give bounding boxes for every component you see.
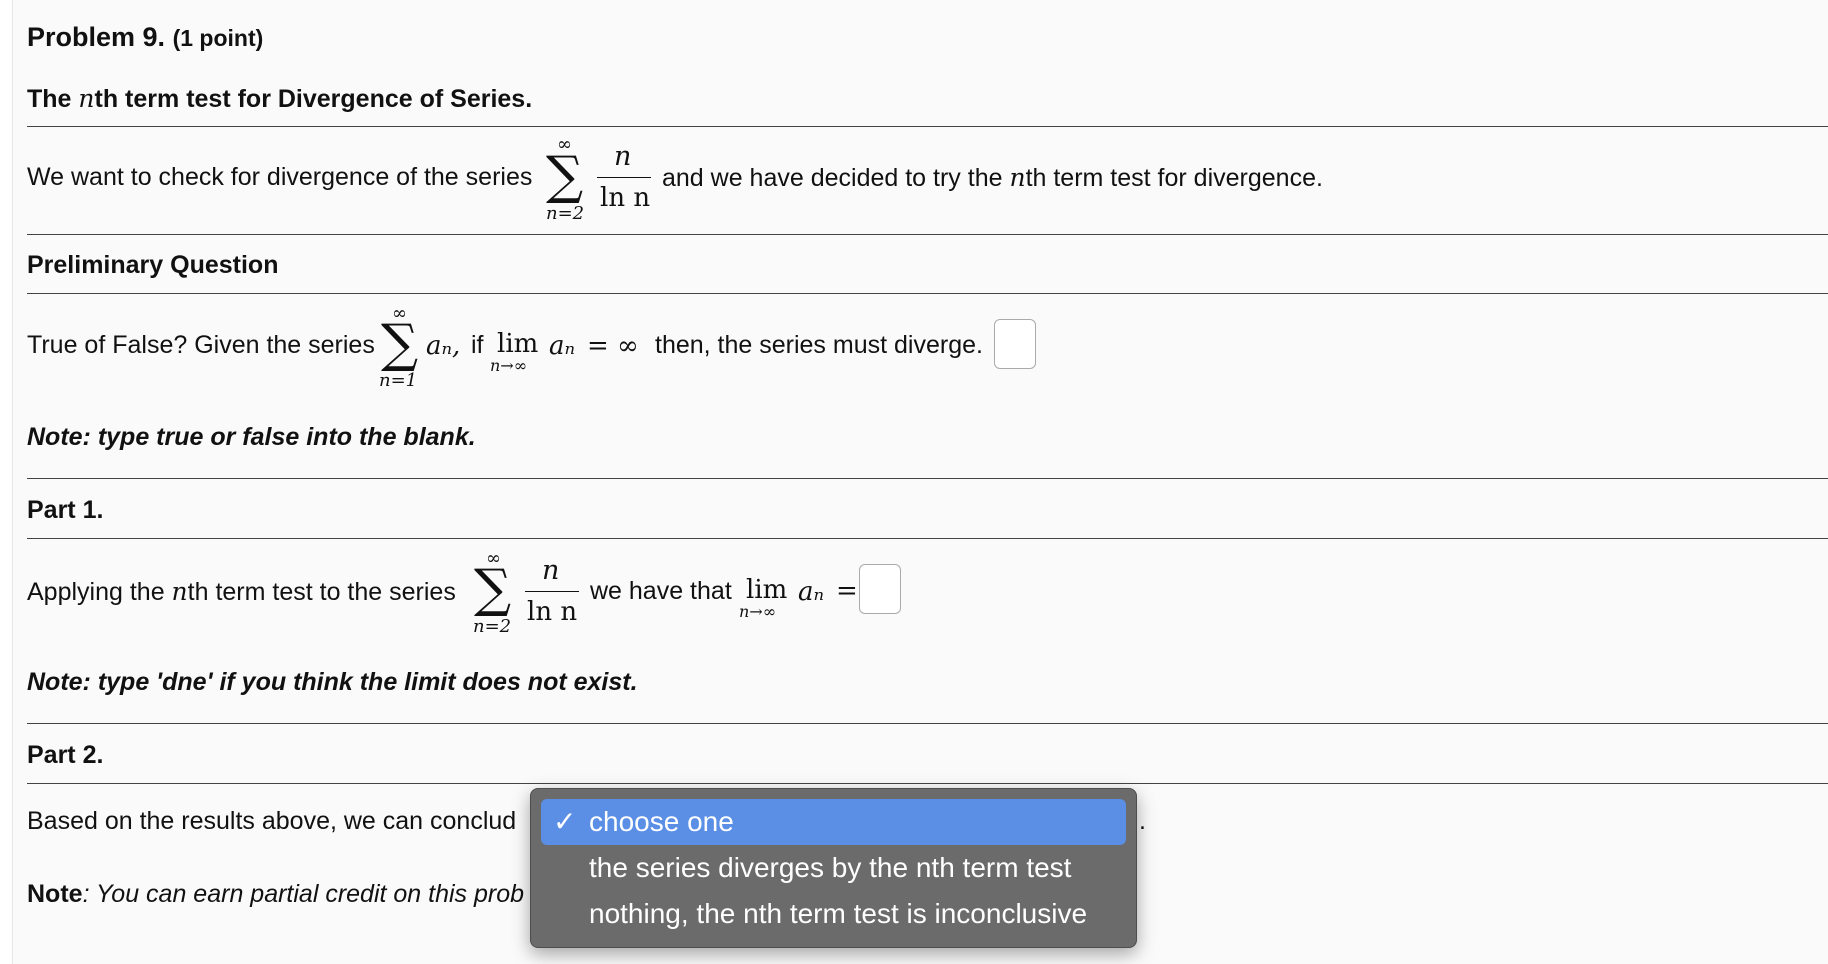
preliminary-note: Note: type true or false into the blank. — [27, 423, 476, 451]
divider — [27, 293, 1828, 294]
intro-statement-pre: We want to check for divergence of the s… — [27, 163, 533, 191]
fraction-bar — [525, 591, 579, 592]
part1-text-pre: Applying the nth term test to the series — [27, 577, 456, 606]
equals-infinity: = ∞ — [587, 331, 639, 361]
problem-points: (1 point) — [172, 25, 264, 51]
series-lower-limit: n=2 — [546, 203, 585, 224]
series-lower-limit: n=2 — [473, 616, 512, 637]
lim-operator: lim — [497, 329, 539, 359]
part1-heading: Part 1. — [27, 496, 104, 524]
divider — [27, 723, 1828, 724]
conclusion-dropdown-menu[interactable]: ✓ choose one the series diverges by the n… — [530, 788, 1137, 948]
preliminary-heading: Preliminary Question — [27, 251, 279, 279]
part2-heading: Part 2. — [27, 741, 104, 769]
equals-sign: = — [836, 576, 858, 606]
divider — [27, 126, 1828, 127]
part2-text: Based on the results above, we can concl… — [27, 807, 517, 835]
divider — [27, 478, 1828, 479]
divider — [27, 538, 1828, 539]
fraction-denominator: ln n — [527, 597, 578, 627]
part1-text-mid: we have that — [590, 577, 732, 605]
lim-subscript: n→∞ — [490, 356, 528, 375]
fraction-numerator: n — [542, 555, 560, 586]
lim-subscript: n→∞ — [739, 602, 777, 621]
intro-statement-post: and we have decided to try the nth term … — [662, 163, 1323, 192]
sigma-symbol: ∑ — [474, 559, 512, 619]
problem-number: Problem 9. — [27, 22, 166, 52]
sigma-symbol: ∑ — [381, 314, 419, 374]
part2-period: . — [1139, 807, 1146, 835]
lim-operator: lim — [746, 575, 788, 605]
sigma-symbol: ∑ — [546, 146, 584, 206]
series-term: aₙ, — [426, 331, 461, 361]
divider — [27, 234, 1828, 235]
dropdown-option-diverges[interactable]: the series diverges by the nth term test — [541, 845, 1126, 891]
lim-term: aₙ — [798, 577, 825, 607]
dropdown-option-inconclusive[interactable]: nothing, the nth term test is inconclusi… — [541, 891, 1126, 937]
preliminary-question-pre: True of False? Given the series — [27, 331, 375, 359]
part2-note: Note: You can earn partial credit on thi… — [27, 880, 525, 908]
if-text: if — [471, 331, 484, 359]
fraction-bar — [597, 177, 651, 178]
preliminary-question-post: then, the series must diverge. — [655, 331, 983, 359]
problem-title: Problem 9. (1 point) — [27, 22, 263, 53]
intro-heading: The nth term test for Divergence of Seri… — [27, 84, 533, 113]
part1-note: Note: type 'dne' if you think the limit … — [27, 668, 638, 696]
dropdown-option-choose-one[interactable]: ✓ choose one — [541, 799, 1126, 845]
true-false-answer-input[interactable] — [994, 319, 1036, 369]
lim-term: aₙ — [549, 331, 576, 361]
limit-answer-input[interactable] — [859, 564, 901, 614]
series-lower-limit: n=1 — [379, 370, 418, 391]
fraction-denominator: ln n — [600, 183, 651, 213]
fraction-numerator: n — [614, 141, 632, 172]
checkmark-icon: ✓ — [553, 806, 577, 837]
divider — [27, 783, 1828, 784]
